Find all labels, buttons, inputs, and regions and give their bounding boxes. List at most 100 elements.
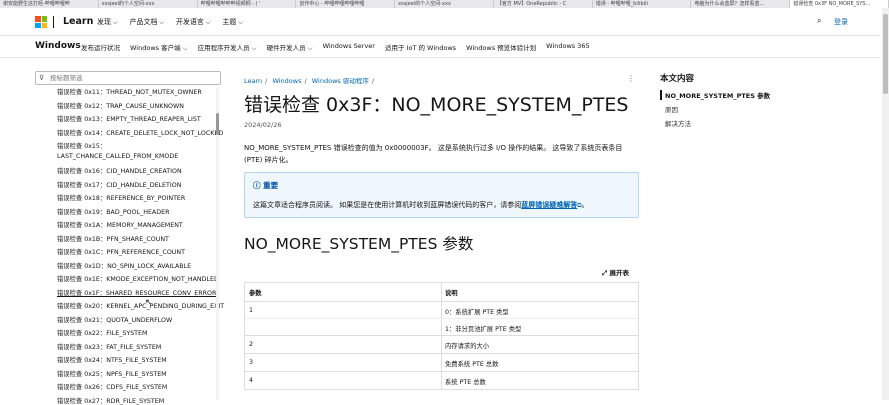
subnav-app-developers[interactable]: 应用程序开发人员 ⌵ [198,42,257,53]
note-end: 。 [581,201,589,209]
browser-tab[interactable]: xssjeel的个人空间-xxx [99,0,198,8]
param-cell: 1 [249,307,254,314]
sidebar-item[interactable]: 错误检查 0x20：KERNEL_APC_PENDING_DURING_EXIT [57,301,224,310]
desc-cell: 内存请求的大小 [445,343,490,350]
more-options-icon[interactable]: ⋮ [627,74,635,83]
table-row: 1：非分页池扩展 PTE 类型 [245,318,638,335]
search-icon[interactable]: ⌕ [817,16,821,26]
subnav-release-health[interactable]: 发布运行状况 [81,42,120,53]
browser-tab[interactable]: xssjeel的个人空间-xxx [395,0,494,8]
info-icon: ⓘ [253,181,261,190]
column-divider [441,336,442,353]
sidebar-item[interactable]: 错误检查 0x1D：NO_SPIN_LOCK_AVAILABLE [57,261,191,270]
windows-title[interactable]: Windows [35,41,81,51]
login-link[interactable]: 登录 [834,17,848,27]
toc-item-params[interactable]: NO_MORE_SYSTEM_PTES 参数 [660,90,780,100]
filter-icon: ⊽ [39,74,45,82]
header-desc: 说明 [445,290,458,297]
breadcrumb-drivers[interactable]: Windows 驱动程序 [312,77,369,85]
subnav-insider-program[interactable]: Windows 预览体验计划 [466,42,536,53]
nav-dev-languages[interactable]: 开发语言 [176,17,210,27]
sidebar-item[interactable]: 错误检查 0x19：BAD_POOL_HEADER [57,207,169,216]
sidebar-item[interactable]: 错误检查 0x1E：KMODE_EXCEPTION_NOT_HANDLED [57,274,219,283]
subnav-windows-server[interactable]: Windows Server [323,42,375,53]
windows-subnav: Windows 发布运行状况 Windows 客户端 ⌵ 应用程序开发人员 ⌵ … [0,36,880,58]
nav-product-docs[interactable]: 产品文档 [129,17,163,27]
sidebar-item[interactable]: 错误检查 0x1A：MEMORY_MANAGEMENT [57,220,183,229]
nav-discover[interactable]: 发现 [97,17,117,27]
sidebar-item[interactable]: 错误检查 0x16：CID_HANDLE_CREATION [57,166,182,175]
sidebar-item[interactable]: 错误检查 0x25：NPFS_FILE_SYSTEM [57,369,167,378]
column-divider [441,372,442,389]
breadcrumb-learn[interactable]: Learn [244,77,262,85]
sidebar-item[interactable]: 错误检查 0x13：EMPTY_THREAD_REAPER_LIST [57,114,201,123]
toc-title: 本文内容 [660,74,695,84]
subnav-windows-iot[interactable]: 适用于 IoT 的 Windows [385,42,456,53]
column-divider [441,354,442,371]
toc-item-cause[interactable]: 原因 [665,104,780,114]
filter-placeholder: 按标题筛选 [50,74,83,82]
table-row: 4 系统 PTE 总数 [245,371,638,389]
expand-table-button[interactable]: ⤢ 展开表 [602,267,629,278]
filter-input[interactable]: ⊽ 按标题筛选 [35,71,221,85]
sidebar-item[interactable]: 错误检查 0x1B：PFN_SHARE_COUNT [57,234,169,243]
param-cell: 4 [249,377,254,384]
sidebar-item[interactable]: 错误检查 0x18：REFERENCE_BY_POINTER [57,193,185,202]
browser-tab-bar: 谢安能野生这打经-哔哩哔哩哔 xssjeel的个人空间-xxx 哔哩哔哩哔哔哔视频桐… [0,0,889,8]
browser-tab[interactable]: 【官方 MV】OneRepublic - C [494,0,593,8]
nav-topics[interactable]: 主题 [222,17,242,27]
intro-paragraph: NO_MORE_SYSTEM_PTES 错误检查的值为 0x0000003F。 … [244,144,623,164]
browser-tab[interactable]: 哔哩哔哩哔哔哔视频桐 - ( ' [198,0,297,8]
note-text: 这篇文章适合程序员阅读。 如果您是在使用计算机时收到蓝屏错误代码的客户，请参阅蓝… [253,200,589,210]
page-scroll-thumb[interactable] [883,14,888,94]
table-row: 2 内存请求的大小 [245,335,638,353]
subnav-windows-365[interactable]: Windows 365 [546,42,590,53]
expand-icon: ⤢ [602,269,608,277]
sidebar-scroll-thumb[interactable] [216,113,219,135]
note-title: ⓘ 重要 [253,180,278,191]
column-divider [441,302,442,318]
param-cell: 3 [249,359,254,366]
breadcrumb-windows[interactable]: Windows [272,77,301,85]
sidebar-item[interactable]: 错误检查 0x23：FAT_FILE_SYSTEM [57,342,161,351]
params-table: 参数 说明 1 0：系统扩展 PTE 类型 1：非分页池扩展 PTE 类型 2 内存请求的大… [244,282,639,390]
sidebar-item[interactable]: 错误检查 0x27：RDR_FILE_SYSTEM [57,396,164,405]
sidebar-item[interactable]: 错误检查 0x26：CDFS_FILE_SYSTEM [57,382,167,391]
important-note: ⓘ 重要 这篇文章适合程序员阅读。 如果您是在使用计算机时收到蓝屏错误代码的客户… [244,172,639,218]
browser-tab[interactable]: 谢安能野生这打经-哔哩哔哩哔 [0,0,99,8]
table-header-row: 参数 说明 [245,283,638,301]
microsoft-logo-icon[interactable] [35,16,47,28]
sidebar-item[interactable]: 错误检查 0x22：FILE_SYSTEM [57,328,147,337]
sidebar-item[interactable]: 错误检查 0x1F：SHARED_RESOURCE_CONV_ERROR [57,288,216,297]
sidebar-item[interactable]: 错误检查 0x21：QUOTA_UNDERFLOW [57,315,172,324]
page-title: 错误检查 0x3F：NO_MORE_SYSTEM_PTES [244,94,629,116]
subnav-hardware-developers[interactable]: 硬件开发人员 ⌵ [267,42,313,53]
sidebar-item[interactable]: 错误检查 0x17：CID_HANDLE_DELETION [57,180,181,189]
learn-link[interactable]: Learn [63,16,93,27]
sidebar-item[interactable]: LAST_CHANCE_CALLED_FROM_KMODE [57,153,178,160]
sidebar-item[interactable]: 错误检查 0x15： [57,141,106,150]
browser-tab[interactable]: 创作中心 - 哔哩哔哩哔哩哔哩 [296,0,396,8]
param-cell: 2 [249,341,254,348]
sidebar-item[interactable]: 错误检查 0x11：THREAD_NOT_MUTEX_OWNER [57,87,202,96]
sidebar-item[interactable]: 错误检查 0x12：TRAP_CAUSE_UNKNOWN [57,101,184,110]
bsod-troubleshoot-link[interactable]: 蓝屏错误疑难解答 [521,201,577,209]
browser-tab[interactable]: 错误检查 0x3F NO_MORE_SYS... [790,0,889,8]
note-title-text: 重要 [263,181,279,190]
subnav-items: 发布运行状况 Windows 客户端 ⌵ 应用程序开发人员 ⌵ 硬件开发人员 ⌵… [81,42,590,53]
sidebar-item[interactable]: 错误检查 0x14：CREATE_DELETE_LOCK_NOT_LOCKED [57,128,223,137]
browser-tab[interactable]: 电脑为什么会蓝屏？怎样看蓝... [691,0,791,8]
browser-tab[interactable]: 错误 - 哔哩哔哩_bilibili [593,0,692,8]
note-body: 这篇文章适合程序员阅读。 如果您是在使用计算机时收到蓝屏错误代码的客户，请参阅 [253,201,522,209]
desc-cell: 1：非分页池扩展 PTE 类型 [445,326,522,333]
in-this-article: 本文内容 NO_MORE_SYSTEM_PTES 参数 原因 解决方法 [660,72,780,128]
site-header: Learn 发现 产品文档 开发语言 主题 ⌕ 登录 [0,8,880,36]
toc-item-resolution[interactable]: 解决方法 [665,118,780,128]
subnav-windows-client[interactable]: Windows 客户端 ⌵ [130,42,188,53]
table-row: 3 免费系统 PTE 总数 [245,353,638,371]
sidebar-item[interactable]: 错误检查 0x24：NTFS_FILE_SYSTEM [57,355,167,364]
sidebar-item[interactable]: 错误检查 0x1C：PFN_REFERENCE_COUNT [57,247,185,256]
desc-cell: 0：系统扩展 PTE 类型 [445,309,509,316]
logo-separator [53,16,54,28]
article-date: 2024/02/26 [244,121,282,129]
